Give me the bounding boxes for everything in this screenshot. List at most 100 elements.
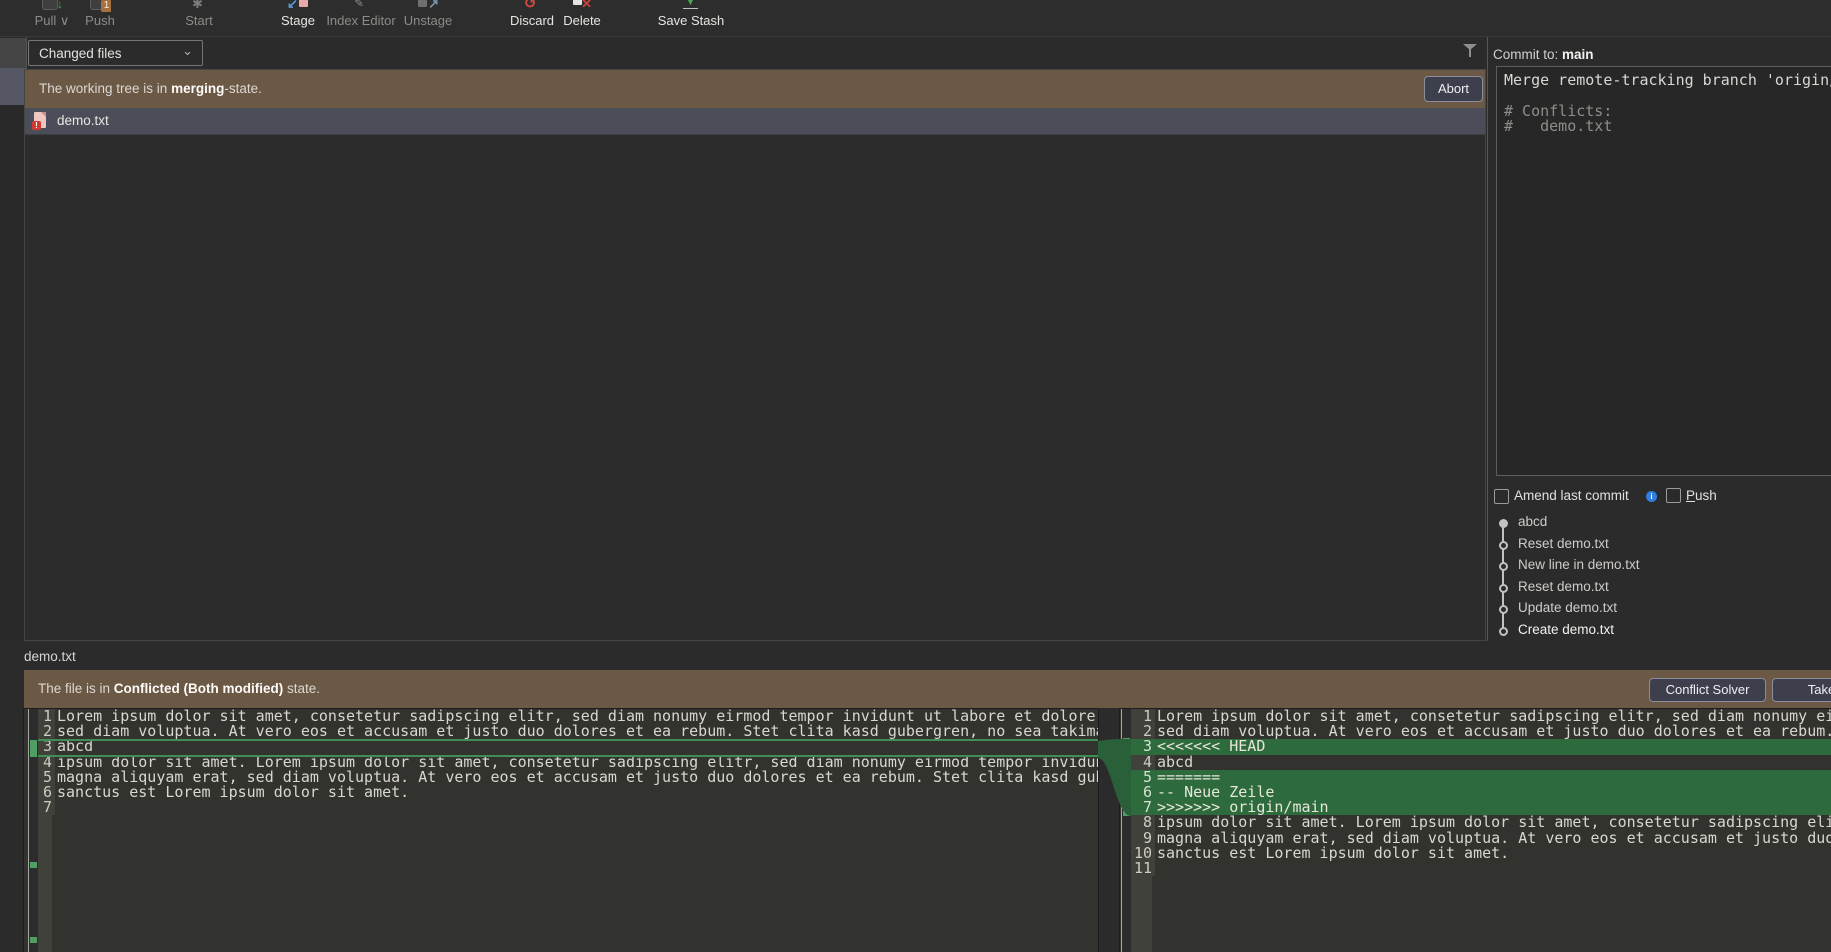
- line-number: 3: [1131, 739, 1155, 754]
- line-text: [55, 800, 57, 815]
- changed-files-dropdown-label: Changed files: [39, 46, 122, 61]
- conflicted-state-text: The file is in Conflicted (Both modified…: [38, 681, 320, 696]
- line-number: 5: [1131, 770, 1155, 785]
- push-checkbox[interactable]: [1666, 488, 1681, 503]
- diff-line: 9magna aliquyam erat, sed diam voluptua.…: [1131, 831, 1831, 846]
- line-number: 6: [1131, 785, 1155, 800]
- chevron-down-icon: ⌄: [182, 43, 193, 59]
- file-row-demo-txt[interactable]: demo.txt: [25, 108, 1485, 135]
- commit-graph-node-icon: [1499, 562, 1508, 571]
- line-number: 7: [1131, 800, 1155, 815]
- abort-button[interactable]: Abort: [1424, 76, 1483, 102]
- change-boundary-line: [38, 755, 1098, 757]
- line-number: 8: [1131, 815, 1155, 830]
- toolbar-item-label: Start: [185, 13, 212, 28]
- diff-line: 5=======: [1131, 770, 1831, 785]
- amend-last-commit-checkbox[interactable]: [1494, 489, 1509, 504]
- commit-message-comments: # Conflicts: # demo.txt: [1504, 104, 1612, 134]
- filter-funnel-icon[interactable]: [1463, 44, 1477, 58]
- diff-connector-ribbon: [1098, 730, 1131, 825]
- line-number: 11: [1131, 861, 1155, 876]
- line-text: abcd: [1155, 755, 1193, 770]
- diff-line: 6sanctus est Lorem ipsum dolor sit amet.: [38, 785, 1098, 800]
- commit-subject: Reset demo.txt: [1518, 536, 1609, 551]
- save-stash-icon: [680, 0, 702, 12]
- changed-files-dropdown[interactable]: Changed files ⌄: [28, 40, 203, 66]
- info-icon: i: [1646, 491, 1657, 502]
- merging-state-text: The working tree is in merging-state.: [39, 81, 262, 96]
- line-number: 6: [38, 785, 55, 800]
- unstage-icon: [417, 0, 439, 12]
- push-icon: 1: [89, 0, 111, 12]
- toolbar-item-label: Index Editor: [326, 13, 395, 28]
- commit-graph-node-icon: [1499, 541, 1508, 550]
- diff-line: 11: [1131, 861, 1831, 876]
- line-text: ipsum dolor sit amet. Lorem ipsum dolor …: [1155, 815, 1831, 830]
- toolbar-item-label: Discard: [510, 13, 554, 28]
- conflict-solver-button[interactable]: Conflict Solver: [1649, 678, 1766, 702]
- toolbar-item-label: Delete: [563, 13, 601, 28]
- diff-pane-working-tree[interactable]: 1Lorem ipsum dolor sit amet, consetetur …: [24, 709, 1098, 952]
- branch-name: main: [1562, 47, 1594, 62]
- pull-icon: [41, 0, 63, 12]
- stage-icon: [287, 0, 309, 12]
- line-text: <<<<<<< HEAD: [1155, 739, 1265, 754]
- conflicted-file-icon: [34, 112, 46, 128]
- line-number: 3: [38, 739, 55, 754]
- line-number: 2: [1131, 724, 1155, 739]
- commit-graph-node-icon: [1499, 584, 1508, 593]
- diff-lines-left: 1Lorem ipsum dolor sit amet, consetetur …: [38, 709, 1098, 815]
- change-boundary-line: [38, 739, 1098, 741]
- change-marker: [30, 740, 37, 757]
- line-text: magna aliquyam erat, sed diam voluptua. …: [55, 770, 1098, 785]
- diff-line: 3<<<<<<< HEAD: [1131, 739, 1831, 754]
- diff-line: 8ipsum dolor sit amet. Lorem ipsum dolor…: [1131, 815, 1831, 830]
- diff-line: 5magna aliquyam erat, sed diam voluptua.…: [38, 770, 1098, 785]
- diff-lines-right: 1Lorem ipsum dolor sit amet, consetetur …: [1131, 709, 1831, 876]
- diff-line: 7: [38, 800, 1098, 815]
- diff-line: 10sanctus est Lorem ipsum dolor sit amet…: [1131, 846, 1831, 861]
- line-number: 1: [38, 709, 55, 724]
- line-number: 2: [38, 724, 55, 739]
- line-text: sed diam voluptua. At vero eos et accusa…: [55, 724, 1098, 739]
- toolbar-item-label: Push: [85, 13, 115, 28]
- line-text: Lorem ipsum dolor sit amet, consetetur s…: [55, 709, 1096, 724]
- diff-line: 2sed diam voluptua. At vero eos et accus…: [1131, 724, 1831, 739]
- line-text: =======: [1155, 770, 1220, 785]
- line-text: -- Neue Zeile: [1155, 785, 1274, 800]
- commit-history-item[interactable]: Reset demo.txt: [1490, 534, 1820, 556]
- commit-history-item[interactable]: abcd: [1490, 512, 1820, 534]
- line-text: abcd: [55, 739, 93, 754]
- diff-line: 1Lorem ipsum dolor sit amet, consetetur …: [38, 709, 1098, 724]
- line-number: 4: [1131, 755, 1155, 770]
- commit-history-item[interactable]: New line in demo.txt: [1490, 555, 1820, 577]
- change-marker: [30, 862, 37, 868]
- line-text: sanctus est Lorem ipsum dolor sit amet.: [55, 785, 409, 800]
- commit-subject: abcd: [1518, 514, 1547, 529]
- diff-line: 2sed diam voluptua. At vero eos et accus…: [38, 724, 1098, 739]
- toolbar-item-label: Stage: [281, 13, 315, 28]
- toolbar-item-label: Pull ∨: [35, 13, 70, 29]
- commit-subject: Create demo.txt: [1518, 622, 1614, 637]
- conflicted-state-banner: The file is in Conflicted (Both modified…: [24, 670, 1831, 708]
- commit-history-item[interactable]: Update demo.txt: [1490, 598, 1820, 620]
- commit-message-editor[interactable]: Merge remote-tracking branch 'origin/m #…: [1496, 66, 1831, 476]
- push-checkbox-label: Push: [1686, 488, 1717, 503]
- merging-state-banner: The working tree is in merging-state. Ab…: [25, 70, 1485, 108]
- commit-history-item[interactable]: Reset demo.txt: [1490, 577, 1820, 599]
- commit-subject: Update demo.txt: [1518, 600, 1617, 615]
- changed-files-panel: The working tree is in merging-state. Ab…: [24, 69, 1486, 641]
- line-text: >>>>>>> origin/main: [1155, 800, 1329, 815]
- take-ours-button[interactable]: Take Ou: [1772, 678, 1831, 702]
- commit-history-item[interactable]: Create demo.txt: [1490, 620, 1820, 642]
- diff-pane-head[interactable]: 1Lorem ipsum dolor sit amet, consetetur …: [1120, 709, 1831, 952]
- line-text: magna aliquyam erat, sed diam voluptua. …: [1155, 831, 1831, 846]
- discard-icon: [521, 0, 543, 12]
- commit-graph-node-icon: [1499, 627, 1508, 636]
- diff-line: 4abcd: [1131, 755, 1831, 770]
- diff-line: 1Lorem ipsum dolor sit amet, consetetur …: [1131, 709, 1831, 724]
- panel-divider: [1487, 37, 1488, 641]
- commit-graph-node-icon: [1499, 605, 1508, 614]
- delete-icon: [571, 0, 593, 12]
- push-count-badge: 1: [101, 0, 111, 12]
